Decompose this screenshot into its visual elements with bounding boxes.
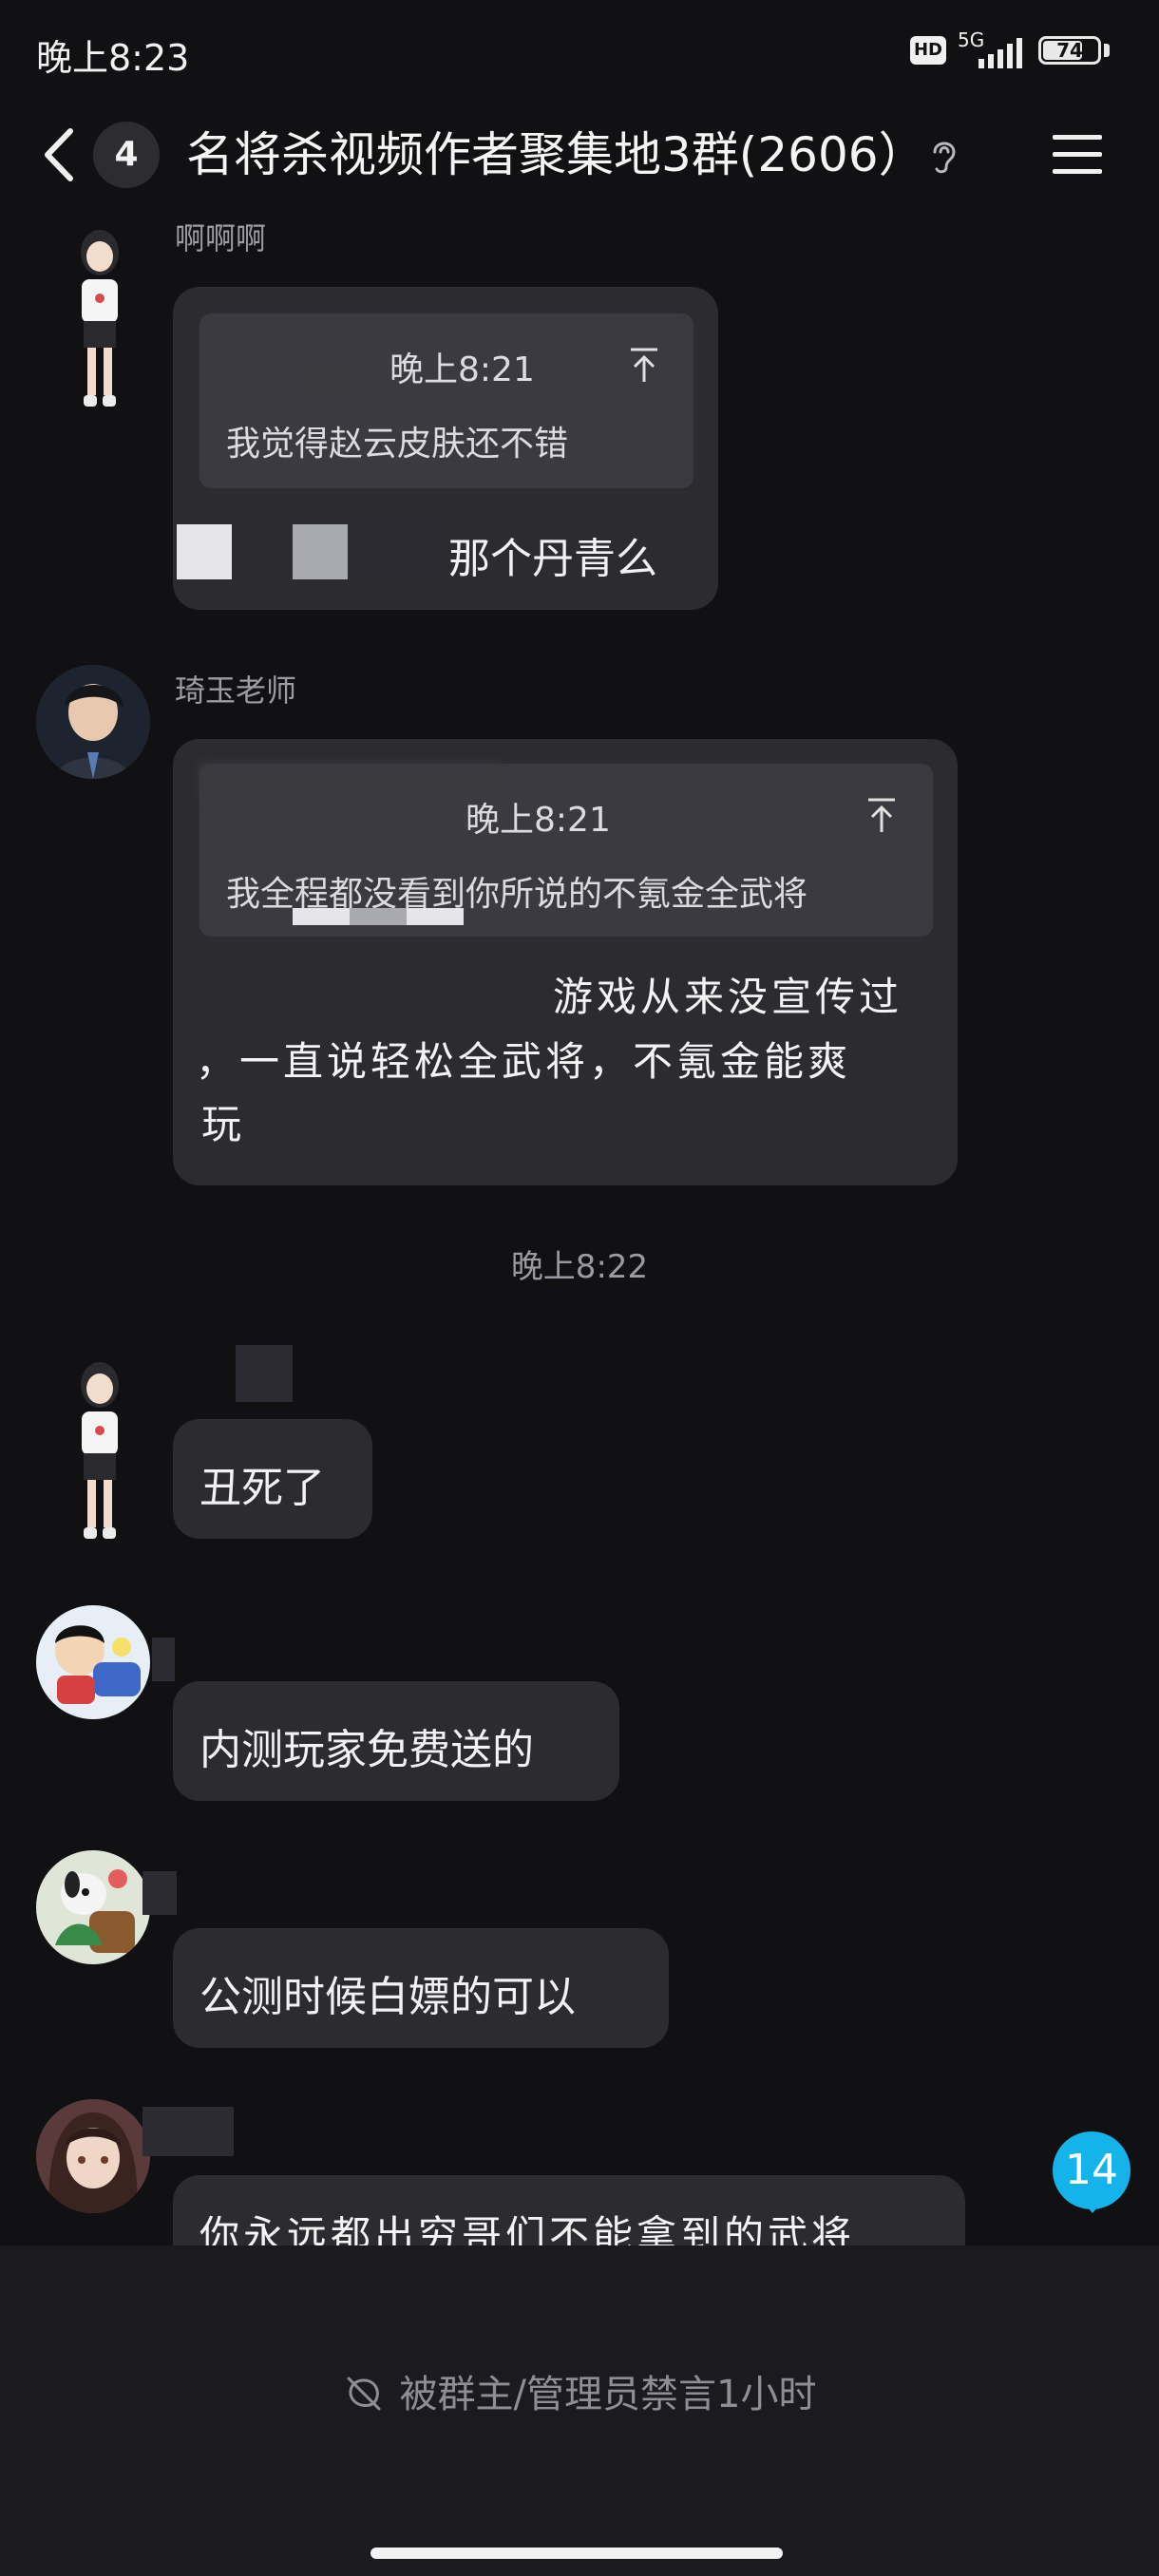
jump-to-top-icon[interactable] [627,346,661,384]
quoted-time: 晚上8:21 [390,350,535,389]
new-messages-badge[interactable]: 14 [1053,2131,1130,2209]
pixelated-name [142,1871,177,1915]
battery-icon: 74 [1038,36,1101,65]
quoted-message[interactable]: 晚上8:21 我觉得赵云皮肤还不错 [200,313,694,488]
chat-title[interactable]: 名将杀视频作者聚集地3群(2606） [186,122,926,188]
quoted-text: 我觉得赵云皮肤还不错 [226,425,569,464]
muted-icon [347,2377,381,2411]
unread-count-badge[interactable]: 4 [93,122,160,188]
message-text-line: ，一直说轻松全武将，不氪金能爽 [196,1038,852,1085]
message-bubble[interactable]: 晚上8:21 我全程都没看到你所说的不氪金全武将 游戏从来没宣传过 ，一直说轻松… [173,739,958,1185]
message-text-line: 玩 [201,1101,246,1147]
avatar-anime-man[interactable] [36,665,150,779]
menu-icon[interactable] [1051,131,1104,179]
message-bubble[interactable]: 晚上8:21 我觉得赵云皮肤还不错 那个丹青么 [173,287,718,610]
status-time: 晚上8:23 [36,37,190,79]
avatar-girl-figure[interactable] [57,1356,142,1556]
mute-notice-text: 被群主/管理员禁言1小时 [399,2373,817,2416]
sender-name: 啊啊啊 [175,220,267,256]
pixelated-text [407,908,464,925]
pixelated-name [294,351,352,408]
ear-icon[interactable] [922,133,967,179]
message-text: 那个丹青么 [448,535,657,583]
home-indicator[interactable] [370,2548,783,2559]
message-bubble[interactable]: 内测玩家免费送的 [173,1681,619,1801]
sender-name: 琦玉老师 [175,672,297,709]
avatar-cartoon-boy[interactable] [36,1605,150,1719]
signal-icon [978,38,1022,68]
pixelated-name [200,764,504,798]
pixelated-name [236,1345,293,1402]
pixelated-text [348,524,443,579]
pixelated-name [142,2107,234,2156]
quoted-time: 晚上8:21 [466,801,611,840]
message-bubble[interactable]: 丑死了 [173,1419,372,1539]
pixelated-text [293,524,348,579]
hd-badge: HD [910,36,946,65]
time-separator: 晚上8:22 [510,1248,649,1286]
message-text: 丑死了 [200,1464,325,1512]
battery-text: 74 [1056,39,1083,62]
mute-notice: 被群主/管理员禁言1小时 [0,2363,1159,2418]
avatar-cartoon-dog[interactable] [36,1850,150,1964]
message-text-line: 游戏从来没宣传过 [553,974,903,1020]
back-button[interactable] [36,122,84,188]
pixelated-name [152,1638,175,1681]
pixelated-text [350,908,407,925]
message-text: 内测玩家免费送的 [200,1726,534,1774]
jump-to-top-icon[interactable] [864,796,899,834]
message-bubble[interactable]: 公测时候白嫖的可以 [173,1928,669,2048]
battery-tip [1104,44,1110,57]
avatar-girl-figure[interactable] [57,224,142,424]
pixelated-text [293,908,350,925]
new-messages-badge-tail [1081,2200,1104,2213]
avatar-anime-girl[interactable] [36,2099,150,2213]
pixelated-text [177,524,232,579]
message-text: 公测时候白嫖的可以 [200,1973,576,2021]
